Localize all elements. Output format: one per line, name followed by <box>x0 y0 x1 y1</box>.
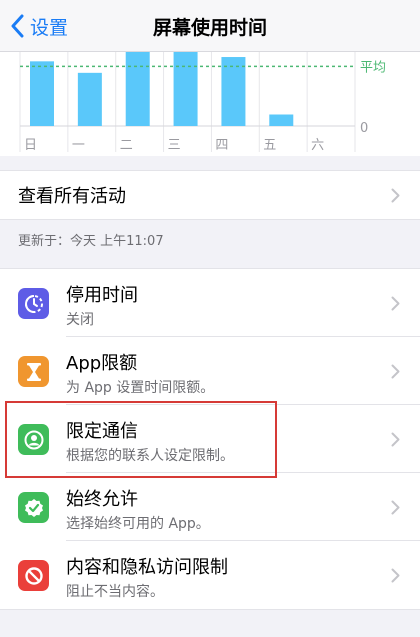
downtime-subtitle: 关闭 <box>66 312 94 328</box>
chart-bar <box>173 52 198 126</box>
chart-tick-label: 三 <box>168 138 181 153</box>
settings-row-app-limits[interactable]: App限额 为 App 设置时间限额。 <box>0 337 420 405</box>
hourglass-icon <box>18 356 49 387</box>
chart-average-label: 平均 <box>360 60 386 75</box>
chevron-right-icon <box>391 432 400 447</box>
chart-tick-label: 四 <box>215 138 228 153</box>
chart-tick-label: 一 <box>72 138 85 153</box>
settings-row-always-allowed[interactable]: 始终允许 选择始终可用的 App。 <box>0 473 420 541</box>
updated-timestamp: 更新于：今天 上午11:07 <box>18 234 164 249</box>
restriction-icon <box>18 560 49 591</box>
app-limits-subtitle: 为 App 设置时间限额。 <box>66 380 215 396</box>
chart-tick-label: 二 <box>120 138 133 153</box>
chart-bar <box>221 57 246 126</box>
downtime-title: 停用时间 <box>66 285 138 306</box>
chevron-right-icon <box>391 568 400 583</box>
page-title: 屏幕使用时间 <box>152 17 267 39</box>
see-all-activity-label: 查看所有活动 <box>18 186 126 207</box>
chart-bar <box>77 72 102 126</box>
always-allowed-subtitle: 选择始终可用的 App。 <box>66 516 210 532</box>
chart-tick-label: 日 <box>24 138 37 153</box>
usage-bar-chart: 平均 0 日 一 二 三 四 五 六 <box>19 52 386 153</box>
chart-bar <box>30 61 54 126</box>
navigation-bar: 设置 屏幕使用时间 <box>0 0 420 52</box>
content-privacy-subtitle: 阻止不当内容。 <box>66 584 164 600</box>
chart-tick-label: 五 <box>263 138 276 153</box>
chevron-right-icon <box>391 500 400 515</box>
chevron-right-icon <box>391 296 400 311</box>
settings-row-downtime[interactable]: 停用时间 关闭 <box>0 269 420 337</box>
chart-bar <box>269 114 294 126</box>
highlight-box <box>5 401 277 478</box>
chart-tick-label: 六 <box>311 138 324 153</box>
see-all-activity-row[interactable]: 查看所有活动 <box>0 170 420 220</box>
chevron-right-icon <box>391 188 400 202</box>
chart-zero-label: 0 <box>360 121 368 136</box>
checkmark-badge-icon <box>18 492 49 523</box>
app-limits-title: App限额 <box>66 353 138 374</box>
content-privacy-title: 内容和隐私访问限制 <box>66 557 228 578</box>
settings-row-content-privacy[interactable]: 内容和隐私访问限制 阻止不当内容。 <box>0 541 420 609</box>
chart-bar <box>125 52 150 126</box>
always-allowed-title: 始终允许 <box>66 489 138 510</box>
chevron-right-icon <box>391 364 400 379</box>
downtime-icon <box>18 288 49 319</box>
usage-chart-card: 平均 0 日 一 二 三 四 五 六 <box>0 52 420 156</box>
